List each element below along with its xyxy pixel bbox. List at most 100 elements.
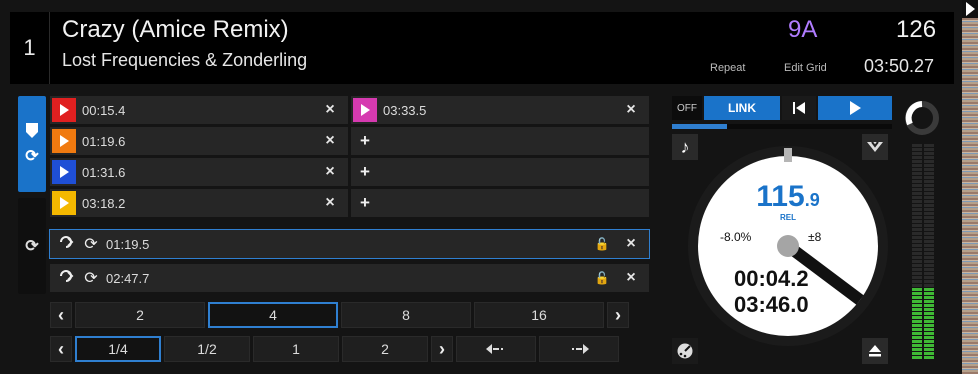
beat-jump-option-active[interactable]: 1/4 [75, 336, 161, 362]
meter-segment [912, 332, 922, 335]
beat-jump-option[interactable]: 1 [253, 336, 339, 362]
delete-hotcue-button[interactable]: × [320, 101, 340, 119]
beat-jump-prev-button[interactable]: ‹ [50, 336, 72, 362]
meter-segment [924, 224, 934, 227]
hotcue-row-3[interactable]: 01:31.6 × [50, 158, 348, 186]
cue-button[interactable] [782, 96, 816, 120]
meter-segment [924, 216, 934, 219]
hotcue-play-button[interactable] [353, 98, 377, 122]
meter-segment [912, 188, 922, 191]
meter-segment [924, 168, 934, 171]
lock-icon[interactable]: 🔓 [593, 271, 611, 285]
beat-jump-option[interactable]: 2 [342, 336, 428, 362]
play-icon [59, 135, 69, 147]
hotcue-mode-button[interactable]: ⟳ [18, 96, 46, 192]
add-hotcue-button[interactable]: + [353, 162, 377, 182]
meter-segment [912, 272, 922, 275]
hotcue-time: 01:31.6 [82, 164, 126, 180]
loop-size-prev-button[interactable]: ‹ [50, 302, 72, 328]
beat-jump-next-button[interactable]: › [431, 336, 453, 362]
jog-bpm: 115.9 [682, 180, 894, 214]
meter-segment [924, 320, 934, 323]
gain-knob[interactable] [904, 100, 940, 136]
hotcue-row-1[interactable]: 00:15.4 × [50, 96, 348, 124]
track-bpm: 126 [896, 16, 937, 43]
meter-segment [912, 248, 922, 251]
delete-loop-button[interactable]: × [621, 269, 641, 287]
add-hotcue-button[interactable]: + [353, 193, 377, 213]
saved-loop-mode-button[interactable]: ⟳ [18, 198, 46, 294]
hotcue-play-button[interactable] [52, 160, 76, 184]
delete-hotcue-button[interactable]: × [621, 101, 641, 119]
meter-segment [912, 180, 922, 183]
deck-number: 1 [10, 12, 50, 84]
caret-right-icon [966, 2, 975, 16]
meter-segment [924, 284, 934, 287]
saved-loop-row-2[interactable]: ⟳ 02:47.7 🔓 × [50, 264, 649, 292]
waveform-overview-strip[interactable] [962, 0, 978, 374]
hotcue-row-7[interactable]: + [351, 158, 649, 186]
beat-jump-option[interactable]: 1/2 [164, 336, 250, 362]
loop-roll-icon[interactable] [56, 235, 78, 254]
meter-segment [912, 356, 922, 359]
meter-segment [912, 148, 922, 151]
meter-segment [924, 240, 934, 243]
link-button[interactable]: LINK [704, 96, 780, 120]
meter-segment [912, 244, 922, 247]
hotcue-play-button[interactable] [52, 129, 76, 153]
meter-segment [912, 252, 922, 255]
meter-segment [912, 200, 922, 203]
meter-segment [912, 300, 922, 303]
delete-hotcue-button[interactable]: × [320, 194, 340, 212]
meter-segment [912, 236, 922, 239]
delete-hotcue-button[interactable]: × [320, 163, 340, 181]
sync-off-button[interactable]: OFF [672, 96, 702, 120]
jump-forward-button[interactable] [539, 336, 619, 362]
loop-icon[interactable]: ⟳ [80, 268, 102, 288]
lock-icon[interactable]: 🔓 [593, 237, 611, 251]
hotcue-row-6[interactable]: + [351, 127, 649, 155]
meter-segment [912, 220, 922, 223]
jump-back-button[interactable] [456, 336, 536, 362]
hotcue-row-8[interactable]: + [351, 189, 649, 217]
edit-grid-button[interactable]: Edit Grid [784, 62, 827, 74]
meter-segment [912, 152, 922, 155]
hotcue-row-5[interactable]: 03:33.5 × [351, 96, 649, 124]
delete-loop-button[interactable]: × [621, 235, 641, 253]
delete-hotcue-button[interactable]: × [320, 132, 340, 150]
meter-segment [924, 264, 934, 267]
meter-segment [924, 304, 934, 307]
meter-segment [912, 268, 922, 271]
hotcue-play-button[interactable] [52, 191, 76, 215]
meter-segment [912, 312, 922, 315]
jog-wheel[interactable]: 115.9 REL -8.0% ±8 00:04.2 03:46.0 [682, 140, 894, 352]
loop-size-option-active[interactable]: 4 [208, 302, 338, 328]
saved-loop-row-1[interactable]: ⟳ 01:19.5 🔓 × [49, 229, 650, 259]
meter-segment [912, 304, 922, 307]
repeat-button[interactable]: Repeat [710, 62, 745, 74]
meter-segment [924, 208, 934, 211]
add-hotcue-button[interactable]: + [353, 131, 377, 151]
hotcue-play-button[interactable] [52, 98, 76, 122]
loop-size-option[interactable]: 2 [75, 302, 205, 328]
meter-segment [924, 244, 934, 247]
loop-roll-icon[interactable] [56, 269, 78, 288]
meter-segment [912, 276, 922, 279]
loop-size-next-button[interactable]: › [607, 302, 629, 328]
meter-segment [924, 184, 934, 187]
meter-segment [912, 232, 922, 235]
loop-icon[interactable]: ⟳ [80, 234, 102, 254]
hotcue-row-2[interactable]: 01:19.6 × [50, 127, 348, 155]
track-progress-bar[interactable] [672, 124, 892, 129]
meter-segment [924, 308, 934, 311]
loop-size-option[interactable]: 16 [474, 302, 604, 328]
loop-size-option[interactable]: 8 [341, 302, 471, 328]
track-key[interactable]: 9A [788, 16, 817, 44]
meter-segment [912, 208, 922, 211]
play-button[interactable] [818, 96, 892, 120]
jog-rel-label: REL [780, 213, 796, 222]
meter-segment [924, 176, 934, 179]
meter-segment [912, 224, 922, 227]
hotcue-row-4[interactable]: 03:18.2 × [50, 189, 348, 217]
collapse-toggle[interactable] [962, 0, 978, 18]
